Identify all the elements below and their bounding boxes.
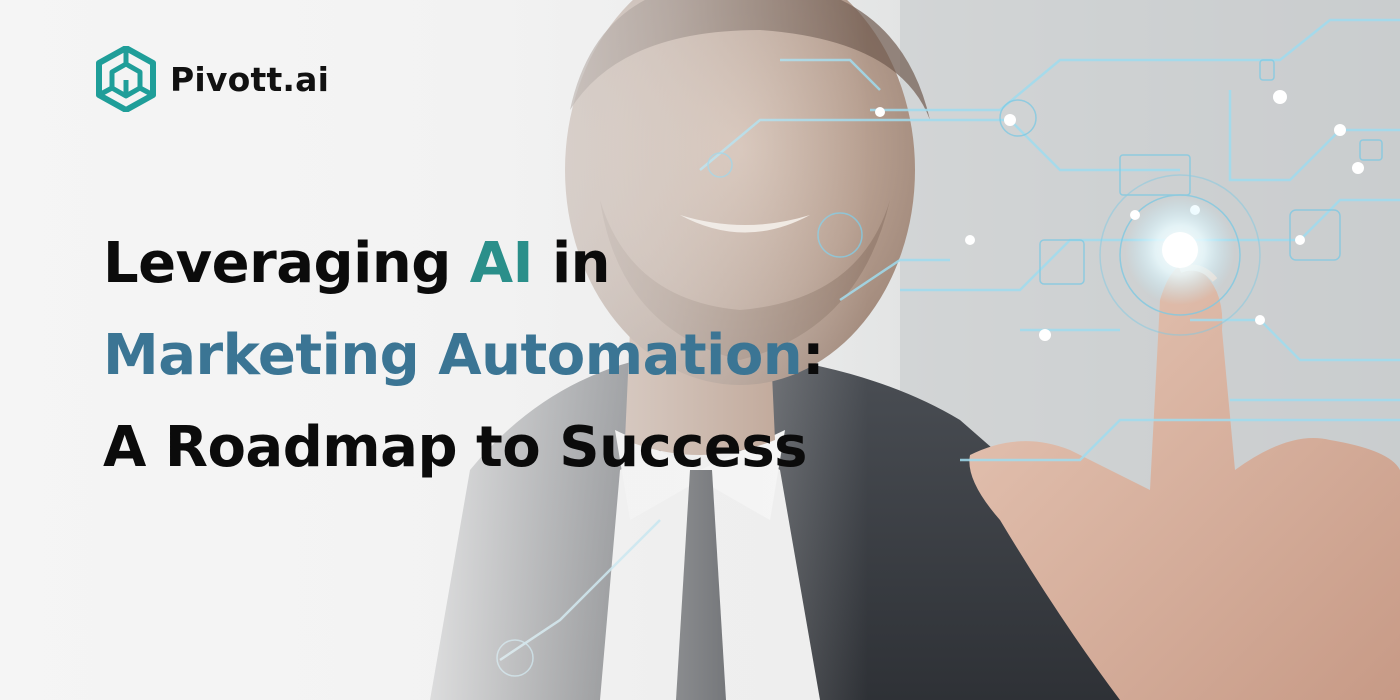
brand-logo[interactable]: Pivott.ai xyxy=(96,46,329,112)
headline-accent-ai: AI xyxy=(469,231,534,296)
hexagon-cube-logo-icon xyxy=(96,46,156,112)
headline-line-3: A Roadmap to Success xyxy=(103,415,808,480)
brand-name: Pivott.ai xyxy=(170,59,330,99)
headline-line-2: Marketing Automation: xyxy=(103,310,825,402)
headline-text: : xyxy=(802,323,825,388)
headline-line-1: Leveraging AI in xyxy=(103,218,824,310)
headline-text: in xyxy=(532,231,611,296)
page-title: Leveraging AI in Marketing Automation: A… xyxy=(103,218,825,494)
headline-text: Leveraging xyxy=(103,231,470,296)
headline-accent-marketing: Marketing Automation xyxy=(103,323,803,388)
